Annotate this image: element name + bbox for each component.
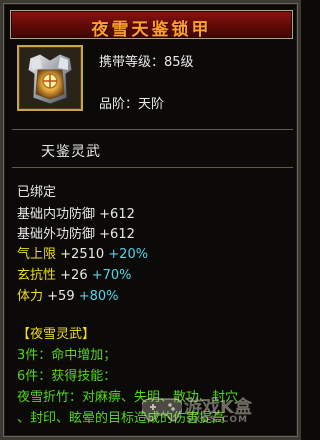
stat-row: 基础外功防御 +612	[17, 223, 135, 242]
stat-row: 气上限 +2510 +20%	[17, 243, 148, 262]
item-icon-frame[interactable]	[17, 45, 83, 111]
stat-label: 体力	[17, 289, 44, 304]
stat-label: 基础外功防御	[17, 227, 96, 242]
stat-label: 气上限	[17, 247, 57, 262]
stat-row: 玄抗性 +26 +70%	[17, 264, 132, 283]
watermark: 游戏K盒 SXDS.COM	[142, 391, 292, 427]
stat-value: +612	[99, 207, 135, 222]
item-grade: 品阶：天阶	[99, 97, 165, 112]
watermark-url: SXDS.COM	[186, 415, 249, 425]
stat-label: 基础内功防御	[17, 207, 96, 222]
stat-value: +26	[60, 268, 88, 283]
armor-chestplate-icon	[20, 48, 80, 108]
set-bonus-3: 3件：命中增加；	[17, 348, 117, 363]
stat-value: +59	[47, 289, 75, 304]
stat-row: 基础内功防御 +612	[17, 203, 135, 222]
set-name: 【夜雪灵武】	[17, 327, 96, 342]
stat-bonus: +70%	[91, 268, 132, 283]
title-bar: 夜雪天鉴锁甲	[10, 10, 293, 40]
divider	[12, 167, 293, 168]
stat-row: 体力 +59 +80%	[17, 285, 119, 304]
carry-level: 携带等级：85级	[99, 55, 194, 70]
stat-bonus: +80%	[78, 289, 119, 304]
stat-value: +612	[99, 227, 135, 242]
item-tooltip: 夜雪天鉴锁甲 携带等级：85级 品阶：天阶 天鉴灵武 已绑定 基础内功防御 +6…	[0, 0, 301, 440]
item-name: 夜雪天鉴锁甲	[91, 20, 212, 40]
stat-label: 玄抗性	[17, 268, 57, 283]
divider	[12, 129, 293, 130]
item-subtitle: 天鉴灵武	[41, 144, 101, 160]
set-bonus-6: 6件：获得技能：	[17, 369, 117, 384]
stat-value: +2510	[60, 247, 105, 262]
bound-status: 已绑定	[17, 185, 57, 200]
game-controller-icon	[142, 398, 182, 422]
stat-bonus: +20%	[108, 247, 149, 262]
